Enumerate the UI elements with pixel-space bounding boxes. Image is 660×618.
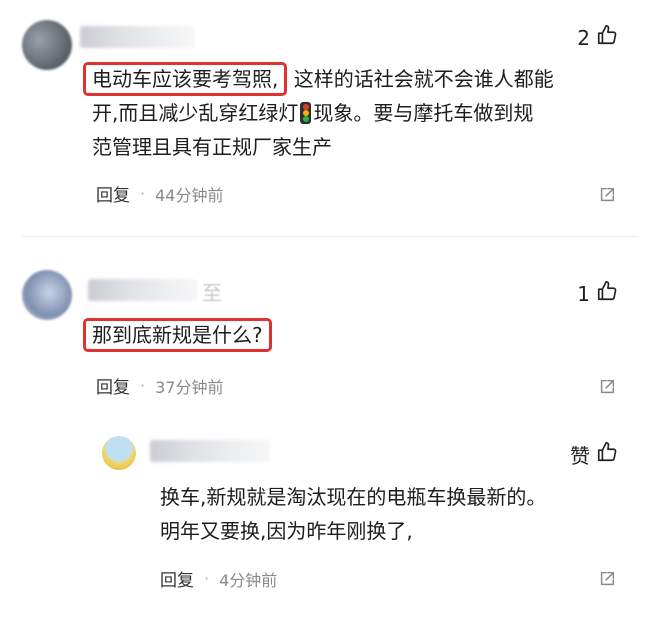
comment-text-line1: 换车,新规就是淘汰现在的电瓶车换最新的。: [160, 485, 547, 509]
share-icon[interactable]: [598, 186, 616, 204]
like-count: 1: [577, 281, 590, 306]
comment-text-line2b: 现象。要与摩托车做到规: [313, 101, 534, 125]
comment-meta: 回复 · 44分钟前: [96, 181, 223, 206]
reply-button[interactable]: 回复: [96, 373, 130, 398]
reply-button[interactable]: 回复: [160, 566, 194, 591]
separator-dot: ·: [204, 569, 210, 588]
comment-text-line2: 明年又要换,因为昨年刚换了,: [160, 519, 413, 543]
timestamp: 37分钟前: [155, 377, 224, 397]
like-label: 赞: [570, 444, 590, 468]
comment-text: 电动车应该要考驾照, 这样的话社会就不会谁人都能 开,而且减少乱穿红绿灯 现象。要…: [83, 62, 632, 164]
timestamp: 44分钟前: [155, 185, 224, 205]
thumbs-up-icon: [596, 24, 618, 51]
thumbs-up-icon: [596, 441, 618, 468]
comment-text: 那到底新规是什么?: [83, 318, 272, 352]
comment-text-line2a: 开,而且减少乱穿红绿灯: [92, 101, 299, 125]
comment-meta: 回复 · 4分钟前: [160, 566, 277, 591]
avatar[interactable]: [22, 270, 72, 320]
comment-text-line1: 这样的话社会就不会谁人都能: [293, 67, 554, 91]
share-icon[interactable]: [598, 570, 616, 588]
like-button[interactable]: 1: [577, 280, 618, 307]
like-button[interactable]: 2: [577, 24, 618, 51]
thumbs-up-icon: [596, 280, 618, 307]
separator-dot: ·: [140, 376, 146, 395]
comment-meta: 回复 · 37分钟前: [96, 373, 223, 398]
comment-2: 至 1 那到底新规是什么? 回复 · 37分钟前: [0, 236, 660, 416]
comment-text-line3: 范管理且具有正规厂家生产: [92, 135, 332, 159]
highlighted-text: 电动车应该要考驾照,: [83, 62, 288, 96]
reply-comment: 赞 换车,新规就是淘汰现在的电瓶车换最新的。 明年又要换,因为昨年刚换了, 回复…: [0, 420, 660, 618]
avatar[interactable]: [102, 436, 136, 470]
avatar[interactable]: [22, 20, 72, 70]
timestamp: 4分钟前: [219, 570, 278, 590]
username-blurred[interactable]: [80, 26, 195, 48]
traffic-light-icon: [300, 102, 312, 124]
comment-text: 换车,新规就是淘汰现在的电瓶车换最新的。 明年又要换,因为昨年刚换了,: [160, 480, 620, 548]
username-blurred[interactable]: [88, 279, 198, 301]
username-blurred[interactable]: [150, 440, 270, 462]
comment-1: 2 电动车应该要考驾照, 这样的话社会就不会谁人都能 开,而且减少乱穿红绿灯 现象…: [0, 0, 660, 225]
share-icon[interactable]: [598, 378, 616, 396]
like-count: 2: [577, 25, 590, 50]
username-fragment: 至: [202, 281, 222, 305]
reply-button[interactable]: 回复: [96, 181, 130, 206]
like-button[interactable]: 赞: [570, 440, 618, 469]
highlighted-text: 那到底新规是什么?: [83, 318, 272, 352]
separator-dot: ·: [140, 184, 146, 203]
